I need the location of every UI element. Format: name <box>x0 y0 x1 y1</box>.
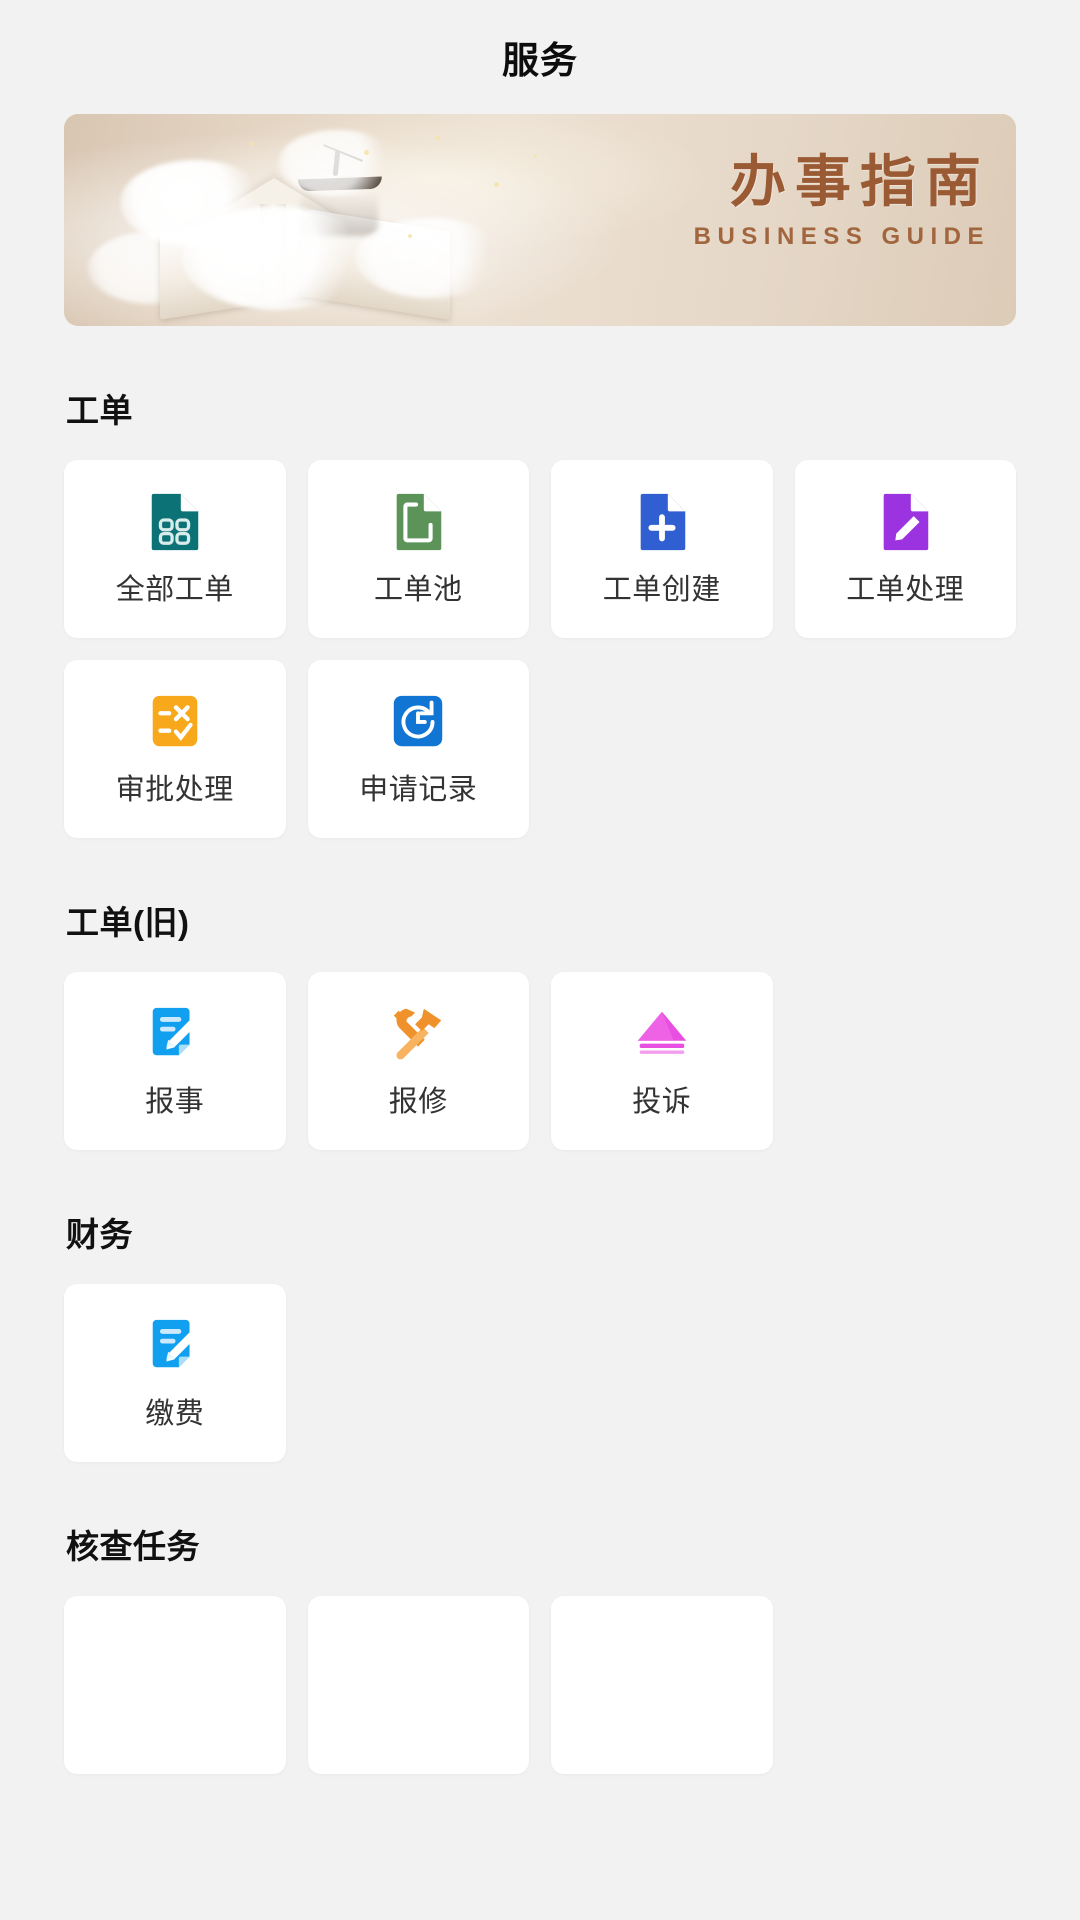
wrench-hammer-icon <box>387 1002 449 1064</box>
service-card-placeholder[interactable] <box>551 1596 773 1774</box>
service-card-label: 报修 <box>388 1086 448 1118</box>
cloud-icon <box>278 130 398 196</box>
sparkle-icon <box>436 136 440 140</box>
document-plus-icon <box>631 490 693 552</box>
service-card[interactable]: 工单池 <box>307 460 529 638</box>
section-grid <box>64 1596 1016 1774</box>
service-card[interactable]: 报事 <box>64 972 286 1150</box>
section-grid: 全部工单 工单池 工单创建 工单处理 审批处理 申请记录 <box>64 460 1016 838</box>
document-pool-icon <box>387 490 449 552</box>
service-card-label: 申请记录 <box>359 774 478 806</box>
service-card-label: 投诉 <box>632 1086 692 1118</box>
placeholder-icon <box>387 1647 449 1709</box>
section-title: 核查任务 <box>66 1528 200 1565</box>
section-3: 财务 缴费 <box>0 1208 1080 1462</box>
service-card-label: 工单处理 <box>846 574 965 606</box>
banner-title-cn: 办事指南 <box>730 150 990 215</box>
section-title: 工单 <box>66 392 133 429</box>
checklist-approve-icon <box>144 690 206 752</box>
sections-root: 工单 全部工单 工单池 工单创建 工单处理 审批处理 申请记录 工单(旧) 报事… <box>0 384 1080 1774</box>
note-pencil-icon <box>144 1314 206 1376</box>
sparkle-icon <box>250 142 254 146</box>
service-page: 服务 办事指南 BUSINESS GUIDE 工单 全部工单 工单池 工单创建 … <box>0 0 1080 1920</box>
note-pencil-icon <box>144 1002 206 1064</box>
service-card-label: 报事 <box>145 1086 205 1118</box>
service-card[interactable]: 全部工单 <box>64 460 286 638</box>
cloud-icon <box>356 218 506 298</box>
cloud-icon <box>182 206 372 310</box>
complaint-icon <box>631 1002 693 1064</box>
service-card-placeholder[interactable] <box>64 1596 286 1774</box>
service-card[interactable]: 缴费 <box>64 1284 286 1462</box>
section-1: 工单 全部工单 工单池 工单创建 工单处理 审批处理 申请记录 <box>0 384 1080 838</box>
service-card-label: 缴费 <box>145 1398 205 1430</box>
history-clock-icon <box>387 690 449 752</box>
service-card-label: 全部工单 <box>115 574 234 606</box>
service-card-label: 审批处理 <box>115 774 234 806</box>
placeholder-icon <box>144 1647 206 1709</box>
service-card[interactable]: 工单处理 <box>794 460 1016 638</box>
banner-wrap: 办事指南 BUSINESS GUIDE <box>0 114 1080 326</box>
banner-title-en: BUSINESS GUIDE <box>693 222 990 250</box>
sparkle-icon <box>408 234 412 238</box>
section-title: 财务 <box>66 1216 133 1253</box>
document-edit-icon <box>874 490 936 552</box>
sparkle-icon <box>364 150 369 155</box>
banner-text: 办事指南 BUSINESS GUIDE <box>693 150 990 251</box>
page-title: 服务 <box>502 40 578 81</box>
service-card[interactable]: 工单创建 <box>551 460 773 638</box>
section-2: 工单(旧) 报事 报修 投诉 <box>0 896 1080 1150</box>
service-card-placeholder[interactable] <box>307 1596 529 1774</box>
business-guide-banner[interactable]: 办事指南 BUSINESS GUIDE <box>64 114 1016 326</box>
service-card[interactable]: 投诉 <box>551 972 773 1150</box>
section-grid: 报事 报修 投诉 <box>64 972 1016 1150</box>
sparkle-icon <box>494 182 499 187</box>
section-4: 核查任务 <box>0 1520 1080 1774</box>
page-header: 服务 <box>0 0 1080 114</box>
section-grid: 缴费 <box>64 1284 1016 1462</box>
placeholder-icon <box>631 1647 693 1709</box>
document-grid-icon <box>144 490 206 552</box>
service-card[interactable]: 报修 <box>307 972 529 1150</box>
service-card-label: 工单池 <box>373 574 463 606</box>
service-card[interactable]: 申请记录 <box>307 660 529 838</box>
section-title: 工单(旧) <box>66 904 190 941</box>
service-card[interactable]: 审批处理 <box>64 660 286 838</box>
service-card-label: 工单创建 <box>602 574 721 606</box>
sparkle-icon <box>534 154 537 157</box>
